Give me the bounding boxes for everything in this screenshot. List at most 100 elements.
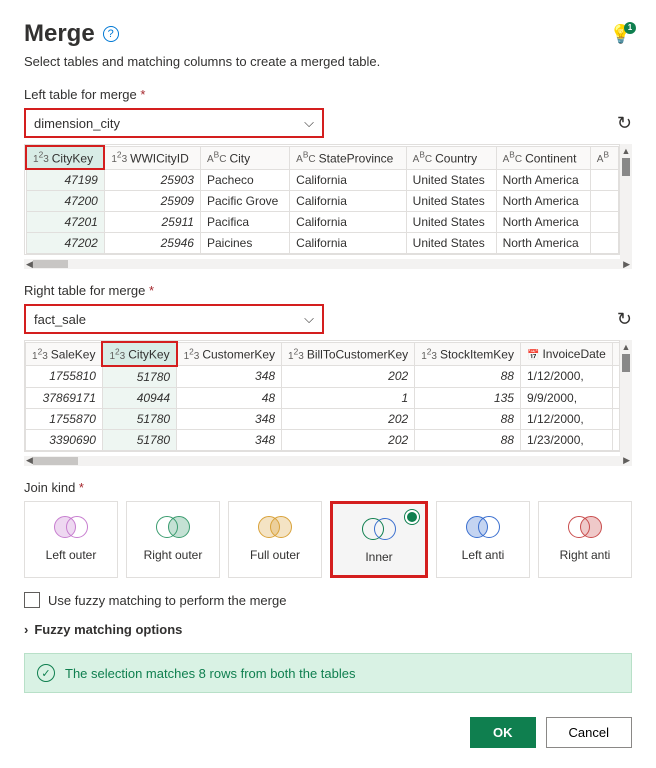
table-cell: Pacific Grove xyxy=(200,191,289,212)
table-cell: 202 xyxy=(282,408,415,429)
join-kind-grid: Left outer Right outer Full outer Inner … xyxy=(24,501,632,579)
column-header[interactable]: 123WWICityID xyxy=(104,146,200,169)
table-row[interactable]: 4720225946PaicinesCaliforniaUnited State… xyxy=(26,233,619,254)
right-table-preview[interactable]: 123SaleKey123CityKey123CustomerKey123Bil… xyxy=(24,340,620,451)
table-row[interactable]: 175581051780348202881/12/2000, xyxy=(26,366,621,388)
table-cell: Pacheco xyxy=(200,169,289,191)
table-row[interactable]: 4720025909Pacific GroveCaliforniaUnited … xyxy=(26,191,619,212)
venn-icon xyxy=(362,518,396,540)
venn-icon xyxy=(466,516,500,538)
column-header[interactable]: 123SaleKey xyxy=(26,342,103,365)
column-header[interactable]: 123StockItemKey xyxy=(415,342,521,365)
table-cell: 1/23/2000, xyxy=(520,429,612,450)
table-cell: 88 xyxy=(415,408,521,429)
join-label: Right anti xyxy=(560,548,611,564)
column-header[interactable]: ABCCountry xyxy=(406,146,496,169)
left-table-dropdown[interactable]: dimension_city ⌵ xyxy=(24,108,324,138)
table-row[interactable]: 175587051780348202881/12/2000, xyxy=(26,408,621,429)
venn-icon xyxy=(258,516,292,538)
table-cell: 25946 xyxy=(104,233,200,254)
table-cell: North America xyxy=(496,212,590,233)
column-header[interactable]: 123BillToCustomerKey xyxy=(282,342,415,365)
table-row[interactable]: 4720125911PacificaCaliforniaUnited State… xyxy=(26,212,619,233)
join-option-right-outer[interactable]: Right outer xyxy=(126,501,220,579)
left-horizontal-scrollbar[interactable]: ◀▶ xyxy=(24,259,632,269)
join-option-full-outer[interactable]: Full outer xyxy=(228,501,322,579)
venn-icon xyxy=(156,516,190,538)
table-cell: 202 xyxy=(282,429,415,450)
table-cell: United States xyxy=(406,169,496,191)
table-cell: 25911 xyxy=(104,212,200,233)
right-horizontal-scrollbar[interactable]: ◀▶ xyxy=(24,456,632,466)
table-cell: 47200 xyxy=(26,191,104,212)
table-cell: North America xyxy=(496,233,590,254)
table-row[interactable]: 4719925903PachecoCaliforniaUnited States… xyxy=(26,169,619,191)
column-header-more[interactable]: AB xyxy=(590,146,618,169)
column-header[interactable]: ABCCity xyxy=(200,146,289,169)
subtitle: Select tables and matching columns to cr… xyxy=(24,54,632,69)
column-header[interactable]: ABCStateProvince xyxy=(290,146,407,169)
fuzzy-label: Use fuzzy matching to perform the merge xyxy=(48,593,286,608)
table-cell: Pacifica xyxy=(200,212,289,233)
table-cell: 9/9/2000, xyxy=(520,387,612,408)
table-row[interactable]: 37869171409444811359/9/2000, xyxy=(26,387,621,408)
column-header[interactable]: 123CityKey xyxy=(26,146,104,169)
table-cell: United States xyxy=(406,212,496,233)
left-refresh-icon[interactable]: ↻ xyxy=(617,113,632,134)
table-cell: North America xyxy=(496,169,590,191)
left-table-label: Left table for merge xyxy=(24,87,632,102)
table-cell: 40944 xyxy=(102,387,176,408)
column-header[interactable]: ABCContinent xyxy=(496,146,590,169)
right-vertical-scrollbar[interactable]: ▲ xyxy=(620,340,632,455)
table-cell: 1/12/2000, xyxy=(520,366,612,388)
right-table-label: Right table for merge xyxy=(24,283,632,298)
table-cell: North America xyxy=(496,191,590,212)
join-label: Left outer xyxy=(46,548,97,564)
table-cell: 1 xyxy=(282,387,415,408)
table-row[interactable]: 339069051780348202881/23/2000, xyxy=(26,429,621,450)
table-cell: Paicines xyxy=(200,233,289,254)
join-label: Inner xyxy=(365,550,392,566)
chevron-down-icon: ⌵ xyxy=(304,311,314,327)
venn-icon xyxy=(568,516,602,538)
table-cell: United States xyxy=(406,233,496,254)
join-option-right-anti[interactable]: Right anti xyxy=(538,501,632,579)
check-icon: ✓ xyxy=(37,664,55,682)
table-cell: 3390690 xyxy=(26,429,103,450)
column-header[interactable]: 123CustomerKey xyxy=(177,342,282,365)
status-bar: ✓ The selection matches 8 rows from both… xyxy=(24,653,632,693)
table-cell: United States xyxy=(406,191,496,212)
table-cell: California xyxy=(290,191,407,212)
idea-icon[interactable]: 💡1 xyxy=(610,24,632,45)
table-cell: 1755870 xyxy=(26,408,103,429)
fuzzy-options-expander[interactable]: › Fuzzy matching options xyxy=(24,622,632,637)
join-option-inner[interactable]: Inner xyxy=(330,501,428,579)
cancel-button[interactable]: Cancel xyxy=(546,717,632,748)
right-table-value: fact_sale xyxy=(34,312,86,327)
left-vertical-scrollbar[interactable]: ▲ xyxy=(620,144,632,259)
right-table-dropdown[interactable]: fact_sale ⌵ xyxy=(24,304,324,334)
chevron-down-icon: ⌵ xyxy=(304,115,314,131)
table-cell: California xyxy=(290,212,407,233)
help-icon[interactable]: ? xyxy=(103,26,119,42)
table-cell: 51780 xyxy=(102,429,176,450)
join-label: Full outer xyxy=(250,548,300,564)
table-cell: 348 xyxy=(177,429,282,450)
join-option-left-anti[interactable]: Left anti xyxy=(436,501,530,579)
column-header[interactable]: 📅InvoiceDate xyxy=(520,342,612,365)
join-kind-label: Join kind xyxy=(24,480,632,495)
column-header[interactable]: 123CityKey xyxy=(102,342,176,365)
table-cell: 348 xyxy=(177,408,282,429)
fuzzy-checkbox[interactable] xyxy=(24,592,40,608)
ok-button[interactable]: OK xyxy=(470,717,536,748)
table-cell: 47202 xyxy=(26,233,104,254)
table-cell: 88 xyxy=(415,429,521,450)
table-cell: 47199 xyxy=(26,169,104,191)
right-refresh-icon[interactable]: ↻ xyxy=(617,309,632,330)
page-title: Merge xyxy=(24,20,95,48)
left-table-value: dimension_city xyxy=(34,116,120,131)
join-option-left-outer[interactable]: Left outer xyxy=(24,501,118,579)
table-cell: 348 xyxy=(177,366,282,388)
left-table-preview[interactable]: 123CityKey123WWICityIDABCCityABCStatePro… xyxy=(24,144,620,255)
column-header-more[interactable]: AB xyxy=(612,342,620,365)
